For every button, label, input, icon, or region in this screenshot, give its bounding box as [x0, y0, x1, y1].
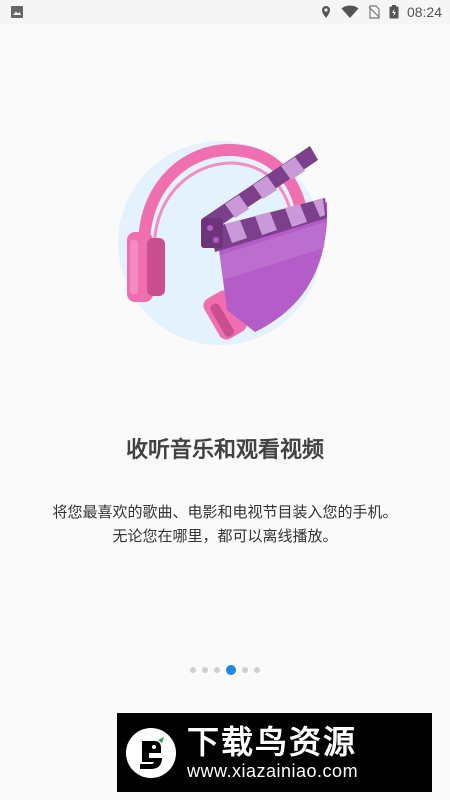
onboarding-description: 将您最喜欢的歌曲、电影和电视节目装入您的手机。 无论您在哪里，都可以离线播放。 [0, 500, 450, 548]
image-icon [11, 6, 23, 18]
page-dot[interactable] [214, 667, 220, 673]
location-icon [321, 6, 330, 18]
onboarding-title: 收听音乐和观看视频 [125, 438, 324, 463]
page-dot[interactable] [190, 667, 196, 673]
battery-icon [389, 5, 399, 19]
wifi-icon [341, 5, 359, 18]
description-line-2: 无论您在哪里，都可以离线播放。 [112, 527, 338, 545]
page-dot[interactable] [254, 667, 260, 673]
headphones-clapperboard-illustration [118, 141, 328, 345]
status-bar: 08:24 [0, 0, 450, 24]
page-dot[interactable] [242, 667, 248, 673]
page-dot[interactable] [202, 667, 208, 673]
watermark-name: 下载鸟资源 [187, 723, 358, 761]
page-indicator [0, 663, 450, 677]
watermark-banner: 下载鸟资源 www.xiazainiao.com [117, 713, 432, 792]
headphone-left-cup [127, 232, 165, 302]
description-line-1: 将您最喜欢的歌曲、电影和电视节目装入您的手机。 [52, 503, 398, 521]
status-time: 08:24 [406, 4, 442, 20]
no-sim-icon [368, 5, 380, 19]
watermark-url: www.xiazainiao.com [187, 761, 359, 781]
page-dot-active[interactable] [226, 665, 236, 675]
bird-logo-icon [126, 727, 176, 778]
